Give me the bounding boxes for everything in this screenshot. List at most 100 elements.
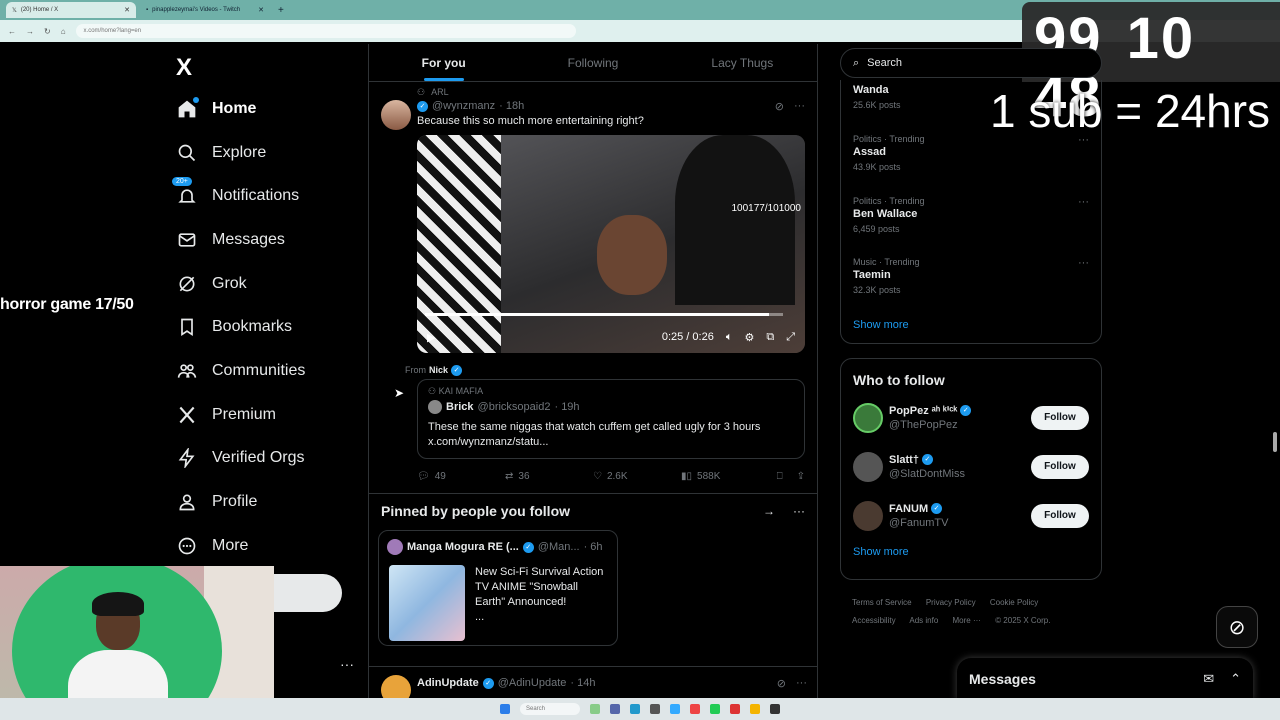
trend-item[interactable]: Music · Trending Taemin 32.3K posts ··· — [853, 257, 1089, 319]
mouse-cursor-icon: ➤ — [394, 386, 405, 400]
trend-more-icon[interactable]: ··· — [1078, 196, 1089, 208]
trend-item[interactable]: Politics · Trending Assad 43.9K posts ··… — [853, 134, 1089, 196]
x-logo-icon[interactable]: X — [176, 54, 192, 82]
repost-button[interactable]: ⇄ 36 — [505, 471, 593, 482]
taskbar-app-icon[interactable] — [670, 704, 680, 714]
play-icon[interactable]: ▶ — [427, 331, 435, 344]
browser-tab-home[interactable]: 𝕏 (20) Home / X ✕ — [6, 2, 136, 18]
messages-drawer[interactable]: Messages ✉︎ ⌃ — [957, 658, 1253, 700]
follow-suggestion[interactable]: Slatt† ✓ @SlatDontMiss Follow — [853, 442, 1089, 491]
tab-close-icon[interactable]: ✕ — [258, 6, 264, 14]
pip-icon[interactable]: ⧉ — [766, 331, 774, 344]
browser-tab-twitch[interactable]: ▪ pinapplezeymai's Videos - Twitch ✕ — [140, 2, 270, 18]
tweet-more-icon[interactable]: ··· — [794, 100, 805, 113]
video-progress-bar[interactable] — [425, 313, 783, 316]
follow-button[interactable]: Follow — [1031, 503, 1089, 528]
grok-icon[interactable]: ⊘ — [777, 677, 786, 690]
nav-notifications[interactable]: 20+ Notifications — [172, 174, 366, 218]
footer-link[interactable]: Ads info — [909, 616, 938, 625]
follow-button[interactable]: Follow — [1031, 405, 1089, 430]
grok-fab-icon[interactable]: ⊘ — [1216, 606, 1258, 648]
more-circle-icon — [176, 535, 198, 557]
arrow-right-icon[interactable]: → — [763, 504, 775, 518]
fullscreen-icon[interactable]: ⤢ — [786, 331, 795, 344]
nav-grok[interactable]: Grok — [176, 262, 366, 306]
bookmark-icon[interactable]: ⎕ — [777, 471, 783, 482]
avatar[interactable] — [381, 675, 411, 700]
footer-link[interactable]: Privacy Policy — [926, 598, 976, 607]
quote-tweet[interactable]: ⚇ KAI MAFIA Brick @bricksopaid2 · 19h Th… — [417, 379, 805, 459]
nav-home[interactable]: Home — [176, 87, 366, 131]
taskbar-app-icon[interactable] — [590, 704, 600, 714]
reload-icon[interactable]: ↻ — [44, 27, 51, 36]
avatar[interactable] — [381, 100, 411, 130]
nav-more[interactable]: More — [176, 524, 366, 568]
pinned-more-icon[interactable]: ··· — [793, 504, 805, 518]
pinned-card[interactable]: Manga Mogura RE (... ✓ @Man... · 6h New … — [378, 530, 618, 646]
taskbar-app-icon[interactable] — [650, 704, 660, 714]
tab-for-you[interactable]: For you — [369, 44, 518, 81]
taskbar-app-icon[interactable] — [710, 704, 720, 714]
taskbar-app-icon[interactable] — [610, 704, 620, 714]
trend-more-icon[interactable]: ··· — [1078, 257, 1089, 269]
follow-suggestion[interactable]: PopPez ᵃʰ ᵏⁱᶜᵏ ✓ @ThePopPez Follow — [853, 393, 1089, 442]
reply-button[interactable]: 💬︎ 49 — [417, 471, 505, 482]
footer-link[interactable]: Accessibility — [852, 616, 896, 625]
expand-icon[interactable]: ⌃ — [1230, 671, 1241, 687]
avatar[interactable] — [853, 500, 883, 531]
tab-lacy-thugs[interactable]: Lacy Thugs — [668, 44, 817, 81]
new-tab-button[interactable]: + — [278, 5, 284, 16]
tweet-time[interactable]: · 18h — [499, 100, 524, 112]
url-input[interactable]: x.com/home?lang=en — [75, 24, 576, 38]
volume-icon[interactable]: 🔈︎ — [726, 331, 733, 344]
taskbar-search[interactable]: Search — [520, 703, 580, 715]
home-browser-icon[interactable]: ⌂ — [61, 27, 66, 36]
nav-bookmarks[interactable]: Bookmarks — [176, 305, 366, 349]
back-icon[interactable]: ← — [8, 27, 16, 36]
trend-more-icon[interactable]: ··· — [1078, 134, 1089, 146]
tweet-more-icon[interactable]: ··· — [796, 677, 807, 690]
avatar[interactable] — [853, 451, 883, 482]
footer-link[interactable]: More ··· — [953, 616, 981, 625]
settings-icon[interactable]: ⚙︎ — [744, 331, 754, 344]
follow-show-more-link[interactable]: Show more — [853, 546, 1089, 558]
video-player[interactable]: 100177/101000 ▶ 0:25 / 0:26 🔈︎ ⚙︎ ⧉ ⤢ — [417, 135, 805, 353]
forward-icon[interactable]: → — [26, 27, 34, 36]
share-icon[interactable]: ⇪ — [797, 471, 805, 482]
new-message-icon[interactable]: ✉︎ — [1203, 671, 1214, 687]
nav-verified-orgs[interactable]: Verified Orgs — [176, 437, 366, 481]
nav-communities[interactable]: Communities — [176, 349, 366, 393]
tweet-handle[interactable]: @wynzmanz — [432, 100, 495, 112]
taskbar-app-icon[interactable] — [750, 704, 760, 714]
like-button[interactable]: ♡ 2.6K — [593, 471, 681, 482]
taskbar-app-icon[interactable] — [730, 704, 740, 714]
taskbar-app-icon[interactable] — [690, 704, 700, 714]
avatar[interactable] — [853, 402, 883, 433]
nav-explore[interactable]: Explore — [176, 131, 366, 175]
windows-start-icon[interactable] — [500, 704, 510, 714]
from-name[interactable]: Nick — [429, 365, 448, 375]
nav-messages[interactable]: Messages — [176, 218, 366, 262]
nav-premium[interactable]: Premium — [176, 393, 366, 437]
follow-suggestion[interactable]: FANUM ✓ @FanumTV Follow — [853, 491, 1089, 540]
scrollbar-thumb[interactable] — [1273, 432, 1277, 452]
trend-item[interactable]: Wanda 25.6K posts — [853, 84, 1089, 134]
taskbar-app-icon[interactable] — [770, 704, 780, 714]
follow-button[interactable]: Follow — [1031, 454, 1089, 479]
footer-link[interactable]: Cookie Policy — [990, 598, 1038, 607]
grok-icon[interactable]: ⊘ — [775, 100, 784, 113]
account-menu-dots-icon[interactable]: ··· — [340, 656, 354, 672]
quote-link[interactable]: x.com/wynzmanz/statu... — [428, 435, 794, 450]
tweet-adinupdate[interactable]: AdinUpdate ✓ @AdinUpdate · 14h ⊘ ··· — [369, 666, 817, 700]
footer-link[interactable]: Terms of Service — [852, 598, 912, 607]
trends-show-more-link[interactable]: Show more — [853, 319, 1089, 331]
taskbar-app-icon[interactable] — [630, 704, 640, 714]
nav-profile[interactable]: Profile — [176, 480, 366, 524]
post-button[interactable] — [272, 574, 342, 612]
tab-close-icon[interactable]: ✕ — [124, 6, 130, 14]
tweet-wynzmanz[interactable]: ⚇ ARL ✓ @wynzmanz · 18h ⊘ ··· Because th… — [369, 82, 817, 494]
search-input[interactable]: ⌕ Search — [840, 48, 1102, 78]
views-button[interactable]: ▮▯ 588K — [681, 471, 769, 482]
trend-item[interactable]: Politics · Trending Ben Wallace 6,459 po… — [853, 196, 1089, 258]
tab-following[interactable]: Following — [518, 44, 667, 81]
